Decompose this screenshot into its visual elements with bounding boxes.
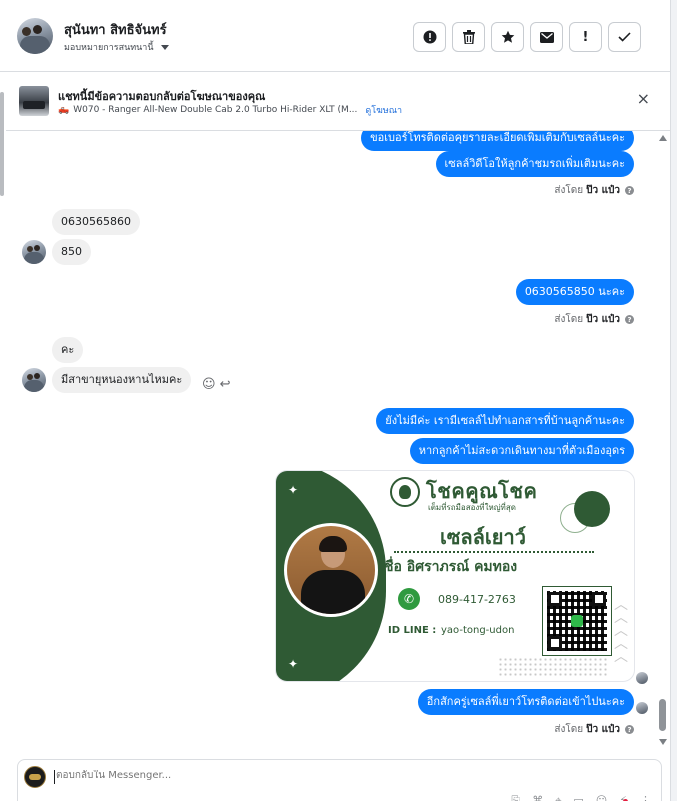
message-outgoing[interactable]: ขอเบอร์โทรติดต่อคุยรายละเอียดเพิ่มเติมกั… [361,131,634,151]
dot-pattern [498,657,608,677]
message-outgoing[interactable]: เซลล์วิดีโอให้ลูกค้าชมรถเพิ่มเติมนะคะ [435,151,634,177]
message-thread[interactable]: ขอเบอร์โทรติดต่อคุยรายละเอียดเพิ่มเติมกั… [6,131,656,751]
card-decoration [574,491,610,527]
chevron-down-icon [160,44,169,50]
header-actions: ! [413,22,641,52]
star-icon [501,30,514,43]
card-fullname: ชื่อ อิศราภรณ์ คมทอง [384,559,518,575]
calendar-icon[interactable]: ▭ [573,794,583,801]
automation-icon[interactable]: ⚡ [619,794,628,801]
message-outgoing[interactable]: 0630565850 นะคะ [515,279,634,305]
contact-avatar-small[interactable] [22,240,46,264]
composer-toolbar: ⎘ ⌘ ⌖ ▭ ☺ ⚡ ⋮ [511,794,651,801]
delete-button[interactable] [452,22,485,52]
scroll-down-icon[interactable] [659,739,667,745]
info-icon[interactable]: ? [625,725,634,734]
message-outgoing[interactable]: ยังไม่มีค่ะ เรามีเซลล์ไปทำเอกสารที่บ้านล… [376,408,634,434]
sent-by-prefix: ส่งโดย [554,314,584,325]
card-tagline: เต็มที่รถมือสองที่ใหญ่ที่สุด [428,503,516,512]
conversation-header: สุนันทา สิทธิจันทร์ มอบหมายการสนทนานี้ ! [0,0,670,72]
chevron-decoration: ︿ ︿ ︿ ︿ ︿ [614,597,628,665]
scroll-up-icon[interactable] [659,135,667,141]
card-phone: 089-417-2763 [438,593,516,606]
business-card-image[interactable]: ✦ ✦ โชคคูณโชค เต็มที่รถมือสองที่ใหญ่ที่ส… [275,470,635,682]
sent-by-prefix: ส่งโดย [554,185,584,196]
seen-indicator [636,702,648,714]
sender-name[interactable]: ป๊ว แป๋ว [586,722,620,737]
mark-spam-button[interactable] [413,22,446,52]
mark-unread-button[interactable] [530,22,563,52]
sent-by-prefix: ส่งโดย [554,724,584,735]
truck-icon: 🛻 [58,105,70,115]
reply-icon[interactable]: ↩ [220,377,231,392]
scrollbar-thumb[interactable] [659,699,666,731]
sent-by-label: ส่งโดย ป๊ว แป๋ว ? [554,183,634,198]
sparkle-icon: ✦ [288,483,299,497]
message-incoming[interactable]: คะ [52,337,84,363]
sales-photo [284,523,378,617]
follow-up-button[interactable]: ! [569,22,602,52]
reply-composer: ⎘ ⌘ ⌖ ▭ ☺ ⚡ ⋮ [17,759,662,801]
saved-reply-icon[interactable]: ⌘ [532,794,543,801]
message-incoming[interactable]: มีสาขายุหนองหานไหมคะ [52,367,192,393]
exclamation-icon: ! [582,29,589,45]
alert-circle-icon [423,30,436,44]
card-nickname: เซลล์เยาว์ [440,525,526,549]
card-line-id: yao-tong-udon [441,625,515,636]
sparkle-icon: ✦ [288,657,299,671]
emoji-icon[interactable]: ☺ [596,794,607,801]
reply-input[interactable] [56,770,456,781]
message-outgoing[interactable]: อีกสักครู่เซลล์พี่เยาว์โทรติดต่อเข้าไปนะ… [417,689,634,715]
more-icon[interactable]: ⋮ [640,794,651,801]
panel-edge [670,0,677,801]
card-line-label: ID LINE : [388,625,437,636]
ad-thumbnail[interactable] [19,86,49,116]
ad-reply-banner: แชทนี้มีข้อความตอบกลับต่อโฆษณาของคุณ 🛻 W… [6,73,670,131]
sender-name[interactable]: ป๊ว แป๋ว [586,183,620,198]
seen-indicator [636,672,648,684]
tag-icon[interactable]: ⌖ [555,794,561,801]
card-divider [394,551,594,553]
info-icon[interactable]: ? [625,315,634,324]
contact-avatar-small[interactable] [22,368,46,392]
attach-icon[interactable]: ⎘ [511,794,520,801]
star-button[interactable] [491,22,524,52]
message-actions: ☺ ↩ [202,377,230,392]
contact-avatar[interactable] [17,18,53,54]
view-ad-link[interactable]: ดูโฆษณา [365,103,402,117]
qr-code [542,586,612,656]
contact-name[interactable]: สุนันทา สิทธิจันทร์ [64,19,167,40]
mark-done-button[interactable] [608,22,641,52]
envelope-icon [539,31,554,43]
page-avatar [24,766,46,788]
assign-conversation-dropdown[interactable]: มอบหมายการสนทนานี้ [64,40,169,54]
check-icon [618,32,631,42]
text-caret [54,770,55,784]
brand-logo [390,477,420,507]
message-incoming[interactable]: 0630565860 [52,209,140,235]
sent-by-label: ส่งโดย ป๊ว แป๋ว ? [554,722,634,737]
ad-product-name: W070 - Ranger All-New Double Cab 2.0 Tur… [73,105,358,115]
info-icon[interactable]: ? [625,186,634,195]
assign-label: มอบหมายการสนทนานี้ [64,43,154,53]
sent-by-label: ส่งโดย ป๊ว แป๋ว ? [554,312,634,327]
sender-name[interactable]: ป๊ว แป๋ว [586,312,620,327]
phone-icon: ✆ [398,588,420,610]
message-outgoing[interactable]: หากลูกค้าไม่สะดวกเดินทางมาที่ตัวเมืองอุด… [409,438,634,464]
close-icon[interactable]: × [637,91,650,107]
thread-scrollbar[interactable] [656,131,670,751]
smile-icon[interactable]: ☺ [202,377,216,392]
left-scrollbar-thumb[interactable] [0,92,4,196]
trash-icon [462,30,475,44]
message-incoming[interactable]: 850 [52,239,91,265]
ad-product-row: 🛻 W070 - Ranger All-New Double Cab 2.0 T… [58,103,402,117]
inbox-conversation-panel: สุนันทา สิทธิจันทร์ มอบหมายการสนทนานี้ ! [0,0,677,801]
